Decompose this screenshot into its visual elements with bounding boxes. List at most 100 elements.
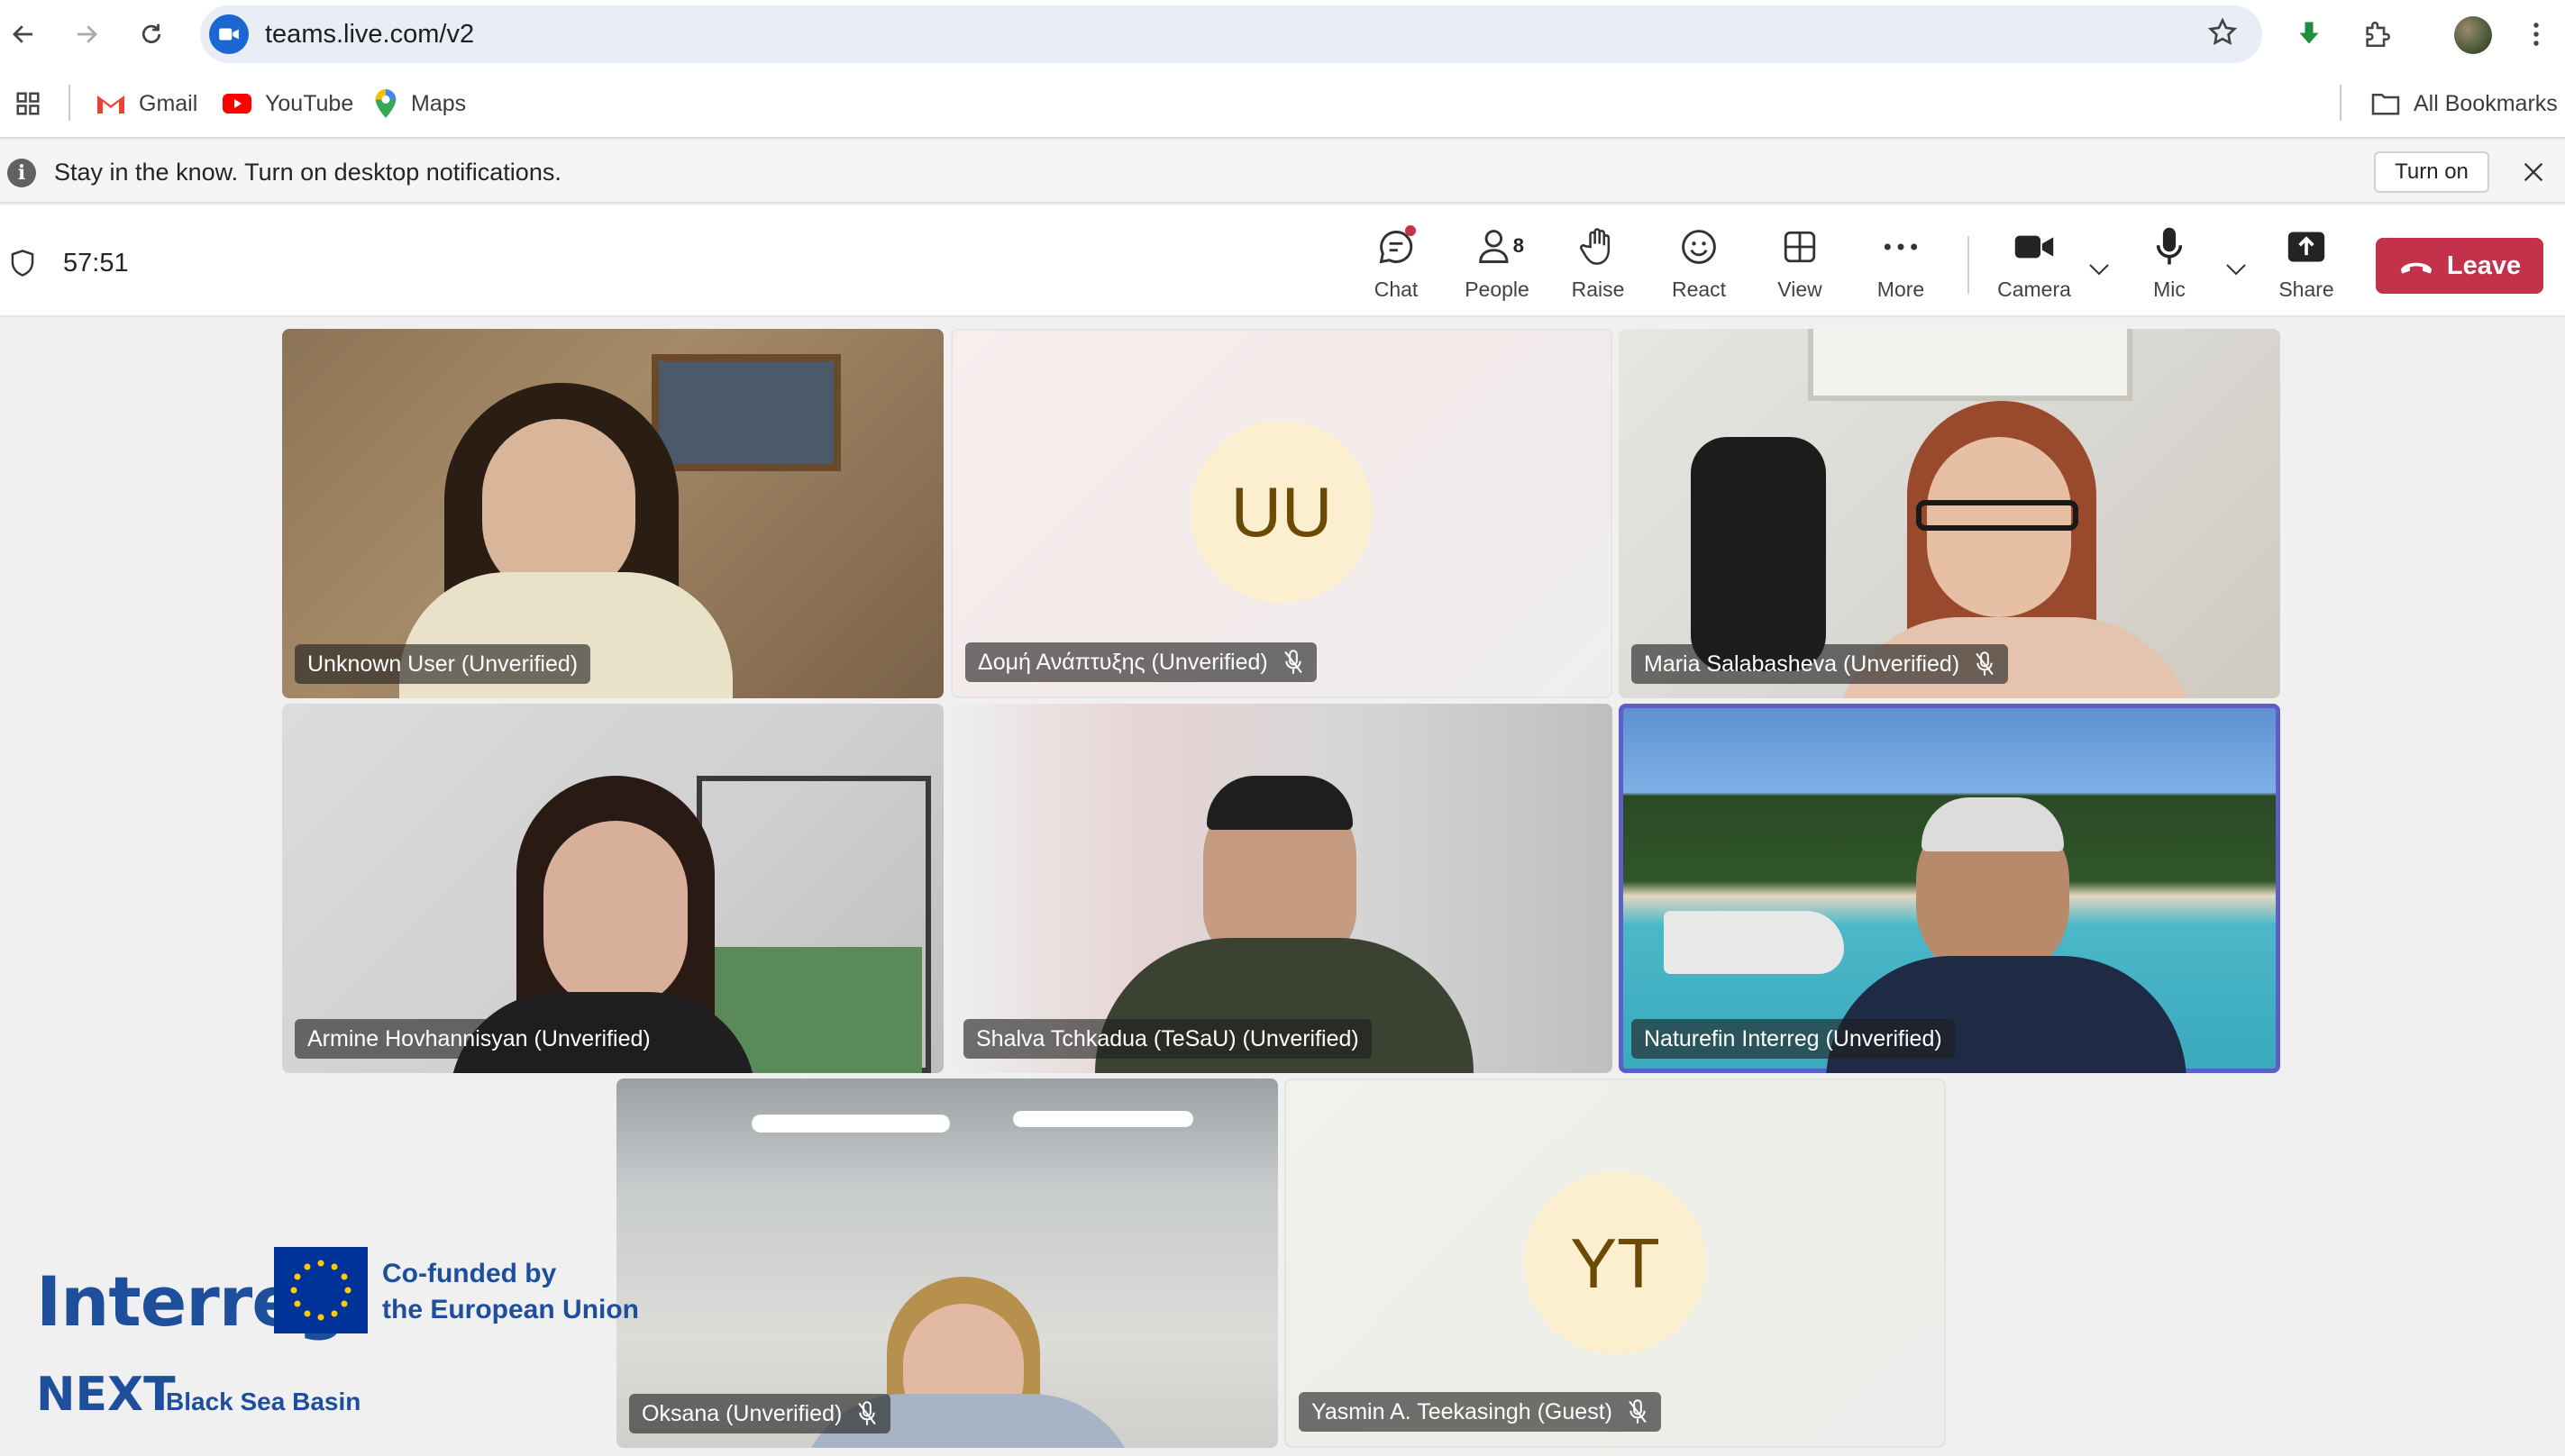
profile-avatar[interactable] (2454, 16, 2492, 54)
reload-button[interactable] (130, 13, 173, 56)
tool-label: More (1876, 278, 1925, 301)
people-icon: 8 (1472, 223, 1524, 270)
tool-label: Raise (1571, 278, 1625, 301)
bookmark-label: YouTube (265, 90, 354, 116)
participant-tile[interactable]: Shalva Tchkadua (TeSaU) (Unverified) (951, 704, 1612, 1073)
eu-flag-icon (274, 1247, 368, 1333)
youtube-icon (223, 94, 251, 114)
address-bar[interactable]: teams.live.com/v2 (200, 5, 2262, 63)
leave-button[interactable]: Leave (2376, 238, 2543, 294)
participant-tile-active-speaker[interactable]: Naturefin Interreg (Unverified) (1619, 704, 2280, 1073)
camera-button[interactable]: Camera (1985, 223, 2084, 310)
participant-name-tag: Δομή Ανάπτυξης (Unverified) (965, 642, 1317, 682)
chat-button[interactable]: Chat (1346, 223, 1446, 310)
tool-label: View (1777, 278, 1822, 301)
tool-label: People (1465, 278, 1529, 301)
tool-label: Share (2278, 278, 2334, 301)
bookmarks-bar: Gmail YouTube Maps All Bookmarks (0, 68, 2565, 139)
chat-icon (1371, 223, 1421, 270)
participant-name: Maria Salabasheva (Unverified) (1644, 651, 1960, 677)
participant-tile[interactable]: Armine Hovhannisyan (Unverified) (282, 704, 944, 1073)
participant-name-tag: Shalva Tchkadua (TeSaU) (Unverified) (963, 1019, 1372, 1059)
participant-tile[interactable]: UU Δομή Ανάπτυξης (Unverified) (951, 329, 1612, 698)
black-sea-basin-text: Black Sea Basin (166, 1388, 361, 1415)
bookmarks-divider (68, 85, 70, 121)
forward-button[interactable] (65, 13, 108, 56)
shield-icon[interactable] (9, 249, 36, 282)
bookmark-maps[interactable]: Maps (373, 88, 466, 119)
close-icon (2524, 162, 2543, 182)
participant-name: Yasmin A. Teekasingh (Guest) (1311, 1398, 1612, 1424)
participant-tile[interactable]: Maria Salabasheva (Unverified) (1619, 329, 2280, 698)
raise-hand-button[interactable]: Raise (1548, 223, 1648, 310)
more-dots-icon (1876, 223, 1926, 270)
participant-name-tag: Armine Hovhannisyan (Unverified) (295, 1019, 663, 1059)
more-button[interactable]: More (1851, 223, 1950, 310)
participant-name: Oksana (Unverified) (642, 1400, 843, 1426)
browser-menu-icon[interactable] (2515, 13, 2558, 56)
wall-painting (652, 354, 841, 471)
mic-options-chevron-down-icon[interactable] (2223, 256, 2250, 283)
bookmark-star-icon[interactable] (2206, 16, 2239, 53)
apps-grid-icon[interactable] (14, 88, 41, 119)
browser-toolbar: teams.live.com/v2 (0, 0, 2565, 68)
folder-icon (2371, 93, 2400, 115)
tool-label: Chat (1374, 278, 1419, 301)
view-button[interactable]: View (1750, 223, 1849, 310)
hand-icon (1573, 223, 1623, 270)
leave-label: Leave (2446, 250, 2522, 280)
back-button[interactable] (2, 13, 45, 56)
info-icon: i (7, 159, 36, 187)
forward-arrow-icon (78, 25, 97, 43)
gmail-icon (97, 96, 124, 114)
bookmarks-divider (2340, 85, 2341, 121)
participant-name-tag: Unknown User (Unverified) (295, 644, 591, 684)
share-button[interactable]: Share (2257, 223, 2356, 310)
url-text: teams.live.com/v2 (265, 20, 475, 49)
eu-cofunded-text: Co-funded by the European Union (382, 1256, 639, 1328)
camera-icon (2009, 223, 2059, 270)
mic-off-icon (1976, 651, 1994, 676)
ceiling-light (752, 1115, 950, 1133)
eu-text-line1: Co-funded by (382, 1259, 557, 1288)
reload-icon (141, 23, 161, 43)
close-notification-button[interactable] (2516, 155, 2551, 189)
turn-on-button[interactable]: Turn on (2374, 151, 2489, 193)
notification-text: Stay in the know. Turn on desktop notifi… (54, 159, 561, 186)
unread-dot (1405, 225, 1416, 236)
emoji-icon (1674, 223, 1724, 270)
camera-options-chevron-down-icon[interactable] (2086, 256, 2113, 283)
person-face (543, 821, 688, 1010)
participant-name: Δομή Ανάπτυξης (Unverified) (978, 649, 1268, 675)
participant-tile[interactable]: Unknown User (Unverified) (282, 329, 944, 698)
participant-avatar: YT (1524, 1172, 1706, 1354)
participant-name: Naturefin Interreg (Unverified) (1644, 1025, 1942, 1051)
meeting-controls: 57:51 Chat 8 People Raise React View Mor… (0, 205, 2565, 317)
bookmark-youtube[interactable]: YouTube (222, 88, 353, 119)
participant-tile[interactable]: YT Yasmin A. Teekasingh (Guest) (1284, 1078, 1946, 1448)
participant-name: Unknown User (Unverified) (307, 651, 579, 677)
glasses (1916, 500, 2078, 531)
eu-text-line2: the European Union (382, 1295, 639, 1324)
next-logo-text: NEXT (36, 1368, 176, 1422)
back-arrow-icon (13, 25, 32, 43)
share-screen-icon (2281, 223, 2332, 270)
tool-label: Camera (1997, 278, 2071, 301)
all-bookmarks[interactable]: All Bookmarks (2370, 88, 2558, 119)
mic-button[interactable]: Mic (2120, 223, 2219, 310)
react-button[interactable]: React (1649, 223, 1748, 310)
notification-banner: i Stay in the know. Turn on desktop noti… (0, 141, 2565, 204)
chair (1691, 437, 1826, 671)
bookmark-label: Maps (411, 90, 467, 116)
meeting-timer: 57:51 (63, 249, 129, 278)
participant-name: Shalva Tchkadua (TeSaU) (Unverified) (976, 1025, 1359, 1051)
bookmark-gmail[interactable]: Gmail (96, 88, 197, 119)
person-hair (1207, 776, 1353, 830)
mic-off-icon (858, 1401, 877, 1425)
participant-name-tag: Oksana (Unverified) (629, 1394, 891, 1433)
people-button[interactable]: 8 People (1447, 223, 1547, 310)
extensions-icon[interactable] (2356, 13, 2399, 56)
download-icon[interactable] (2287, 13, 2331, 56)
wall-frame (1808, 329, 2132, 401)
participant-tile[interactable]: Oksana (Unverified) (616, 1078, 1278, 1448)
